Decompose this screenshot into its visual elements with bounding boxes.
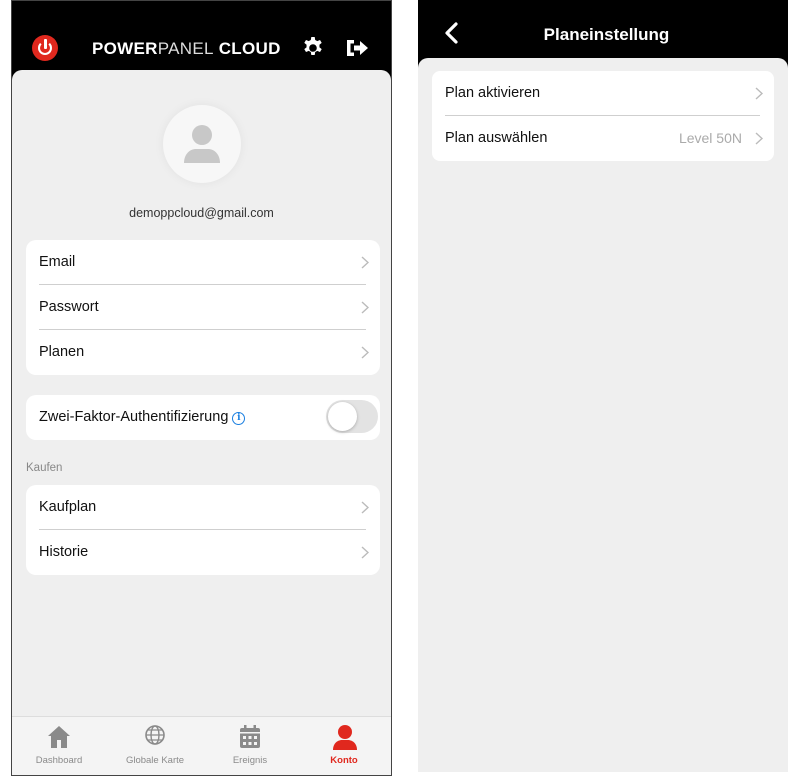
chevron-right-icon — [361, 301, 369, 314]
tab-event[interactable]: Ereignis — [205, 717, 295, 775]
avatar[interactable] — [163, 105, 241, 183]
chevron-right-icon — [361, 346, 369, 359]
chevron-right-icon — [361, 501, 369, 514]
tab-dashboard-label: Dashboard — [35, 755, 83, 766]
plan-settings-screen: Planeinstellung Plan aktivieren Plan aus… — [418, 0, 788, 772]
bottom-tab-bar: Dashboard Globale Karte Ereignis Konto — [12, 716, 391, 775]
tab-global-map[interactable]: Globale Karte — [110, 717, 200, 775]
tab-account[interactable]: Konto — [299, 717, 389, 775]
select-plan-row[interactable]: Plan auswählen Level 50N — [432, 116, 774, 161]
user-icon — [333, 725, 357, 750]
buy-section-label: Kaufen — [26, 462, 63, 474]
plan-settings-content: Plan aktivieren Plan auswählen Level 50N — [418, 58, 788, 772]
two-factor-row: Zwei-Faktor-Authentifizierung i — [26, 395, 380, 440]
buy-plan-label: Kaufplan — [39, 499, 97, 515]
plan-settings-header: Planeinstellung — [418, 0, 788, 58]
activate-plan-row[interactable]: Plan aktivieren — [432, 71, 774, 116]
chevron-right-icon — [755, 87, 763, 100]
two-factor-toggle[interactable] — [326, 400, 378, 433]
tab-account-label: Konto — [330, 755, 358, 766]
info-icon[interactable]: i — [232, 412, 246, 425]
plans-row-label: Planen — [39, 344, 85, 360]
selected-plan-value: Level 50N — [678, 130, 742, 146]
brand-part-panel: PANEL — [157, 39, 214, 58]
globe-icon — [145, 725, 165, 745]
email-row-label: Email — [39, 254, 76, 270]
tab-global-map-label: Globale Karte — [125, 755, 185, 766]
app-header: POWERPANEL CLOUD — [12, 1, 391, 71]
account-screen: POWERPANEL CLOUD demoppcloud@gmail.com Em… — [11, 0, 392, 776]
history-row[interactable]: Historie — [26, 530, 380, 575]
user-email: demoppcloud@gmail.com — [129, 206, 274, 220]
password-row-label: Passwort — [39, 299, 99, 315]
chevron-right-icon — [361, 546, 369, 559]
two-factor-label: Zwei-Faktor-Authentifizierung — [39, 409, 229, 425]
chevron-right-icon — [361, 256, 369, 269]
two-factor-card: Zwei-Faktor-Authentifizierung i — [26, 395, 380, 440]
select-plan-label: Plan auswählen — [445, 130, 548, 146]
account-settings-card: Email Passwort Planen — [26, 240, 380, 375]
plans-row[interactable]: Planen — [26, 330, 380, 375]
user-avatar-icon — [184, 125, 220, 163]
power-logo-icon — [32, 35, 58, 61]
account-content: demoppcloud@gmail.com Email Passwort Pla… — [12, 70, 391, 716]
tab-dashboard[interactable]: Dashboard — [14, 717, 104, 775]
history-label: Historie — [39, 544, 89, 560]
brand-part-power: POWER — [92, 39, 158, 58]
chevron-right-icon — [755, 132, 763, 145]
password-row[interactable]: Passwort — [26, 285, 380, 330]
settings-gear-icon[interactable] — [301, 35, 325, 59]
home-icon — [48, 726, 70, 748]
calendar-icon — [240, 725, 260, 748]
email-row[interactable]: Email — [26, 240, 380, 285]
buy-plan-row[interactable]: Kaufplan — [26, 485, 380, 530]
tab-event-label: Ereignis — [232, 755, 268, 766]
page-title: Planeinstellung — [543, 25, 670, 44]
activate-plan-label: Plan aktivieren — [445, 85, 541, 101]
app-brand: POWERPANEL CLOUD — [92, 39, 281, 59]
plan-settings-card: Plan aktivieren Plan auswählen Level 50N — [432, 71, 774, 161]
buy-card: Kaufplan Historie — [26, 485, 380, 575]
logout-icon[interactable] — [345, 37, 369, 59]
brand-part-cloud: CLOUD — [218, 39, 281, 58]
